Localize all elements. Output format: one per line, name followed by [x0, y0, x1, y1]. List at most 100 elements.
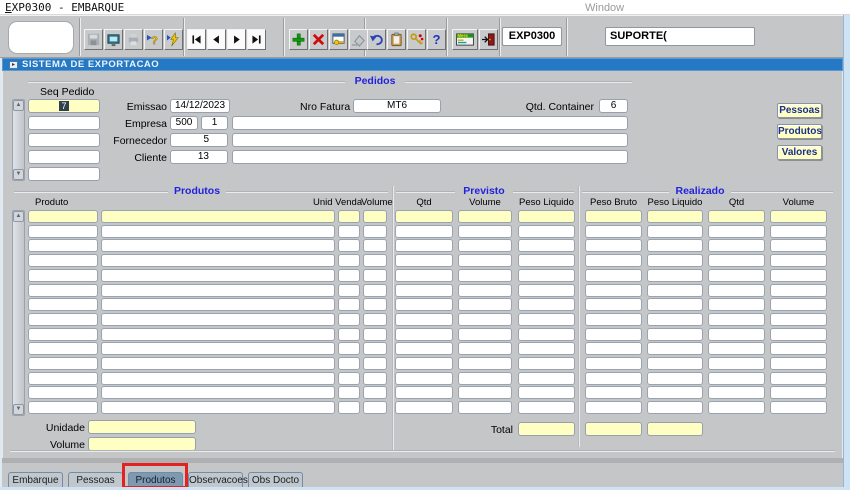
grid-cell[interactable] — [458, 357, 512, 370]
grid-cell[interactable] — [338, 386, 360, 399]
grid-cell[interactable] — [458, 210, 512, 223]
grid-cell[interactable] — [647, 313, 703, 326]
screen-button[interactable] — [104, 29, 123, 50]
grid-cell[interactable] — [101, 254, 335, 267]
grid-cell[interactable] — [518, 225, 575, 238]
grid-cell[interactable] — [585, 357, 642, 370]
grid-cell[interactable] — [585, 372, 642, 385]
grid-cell[interactable] — [708, 386, 765, 399]
grid-cell[interactable] — [458, 225, 512, 238]
cliente-field[interactable]: 13 — [170, 150, 228, 164]
grid-cell[interactable] — [647, 401, 703, 414]
total-realizado-peso-bruto-field[interactable] — [585, 422, 642, 436]
grid-cell[interactable] — [518, 313, 575, 326]
grid-cell[interactable] — [395, 357, 453, 370]
grid-cell[interactable] — [708, 328, 765, 341]
grid-cell[interactable] — [395, 239, 453, 252]
grid-cell[interactable] — [458, 342, 512, 355]
keys-button[interactable] — [407, 29, 426, 50]
grid-cell[interactable] — [28, 239, 98, 252]
grid-cell[interactable] — [458, 372, 512, 385]
empresa-field[interactable]: 500 — [170, 116, 198, 130]
previous-record-button[interactable] — [207, 29, 226, 50]
grid-cell[interactable] — [395, 372, 453, 385]
exit-button[interactable] — [479, 29, 498, 50]
grid-cell[interactable] — [518, 372, 575, 385]
grid-cell[interactable] — [708, 284, 765, 297]
grid-cell[interactable] — [395, 342, 453, 355]
grid-cell[interactable] — [101, 313, 335, 326]
grid-cell[interactable] — [363, 328, 387, 341]
grid-cell[interactable] — [647, 298, 703, 311]
tab-embarque[interactable]: Embarque — [8, 472, 63, 488]
grid-cell[interactable] — [770, 239, 827, 252]
grid-cell[interactable] — [708, 254, 765, 267]
grid-cell[interactable] — [647, 357, 703, 370]
grid-cell[interactable] — [708, 239, 765, 252]
grid-cell[interactable] — [338, 254, 360, 267]
grid-cell[interactable] — [458, 401, 512, 414]
grid-cell[interactable] — [395, 225, 453, 238]
help-button[interactable]: ? — [427, 29, 446, 50]
seq-pedido-field[interactable] — [28, 133, 100, 147]
grid-cell[interactable] — [363, 313, 387, 326]
grid-cell[interactable] — [770, 254, 827, 267]
grid-cell[interactable] — [395, 401, 453, 414]
grid-cell[interactable] — [28, 372, 98, 385]
grid-cell[interactable] — [647, 239, 703, 252]
grid-cell[interactable] — [708, 401, 765, 414]
grid-cell[interactable] — [518, 284, 575, 297]
grid-cell[interactable] — [338, 342, 360, 355]
grid-cell[interactable] — [458, 269, 512, 282]
grid-cell[interactable] — [770, 298, 827, 311]
grid-cell[interactable] — [647, 284, 703, 297]
grid-cell[interactable] — [28, 401, 98, 414]
grid-cell[interactable] — [458, 284, 512, 297]
tab-observacoes[interactable]: Observacoes — [188, 472, 243, 488]
grid-cell[interactable] — [585, 210, 642, 223]
grid-cell[interactable] — [28, 313, 98, 326]
seq-pedido-field[interactable] — [28, 116, 100, 130]
grid-cell[interactable] — [101, 342, 335, 355]
grid-cell[interactable] — [708, 342, 765, 355]
grid-cell[interactable] — [28, 328, 98, 341]
seq-pedido-field[interactable] — [28, 150, 100, 164]
grid-cell[interactable] — [101, 328, 335, 341]
grid-cell[interactable] — [395, 284, 453, 297]
grid-cell[interactable] — [585, 269, 642, 282]
clipboard-button[interactable] — [387, 29, 406, 50]
grid-cell[interactable] — [518, 342, 575, 355]
grid-cell[interactable] — [708, 210, 765, 223]
pessoas-button[interactable]: Pessoas — [777, 103, 822, 118]
grid-cell[interactable] — [363, 386, 387, 399]
total-previsto-peso-liquido-field[interactable] — [518, 422, 575, 436]
grid-cell[interactable] — [708, 225, 765, 238]
grid-cell[interactable] — [101, 357, 335, 370]
grid-cell[interactable] — [338, 357, 360, 370]
grid-cell[interactable] — [647, 225, 703, 238]
grid-cell[interactable] — [458, 328, 512, 341]
last-record-button[interactable] — [247, 29, 266, 50]
grid-cell[interactable] — [770, 401, 827, 414]
grid-cell[interactable] — [647, 342, 703, 355]
grid-cell[interactable] — [101, 210, 335, 223]
qtd-container-field[interactable]: 6 — [599, 99, 628, 113]
grid-cell[interactable] — [363, 357, 387, 370]
undo-button[interactable] — [367, 29, 386, 50]
grid-cell[interactable] — [395, 210, 453, 223]
grid-cell[interactable] — [28, 357, 98, 370]
grid-cell[interactable] — [647, 372, 703, 385]
cliente-description-field[interactable] — [232, 150, 628, 164]
grid-cell[interactable] — [338, 269, 360, 282]
grid-cell[interactable] — [395, 386, 453, 399]
grid-cell[interactable] — [101, 372, 335, 385]
grid-cell[interactable] — [101, 298, 335, 311]
grid-cell[interactable] — [518, 210, 575, 223]
grid-cell[interactable] — [28, 386, 98, 399]
grid-cell[interactable] — [363, 225, 387, 238]
grid-cell[interactable] — [708, 357, 765, 370]
grid-cell[interactable] — [708, 269, 765, 282]
grid-cell[interactable] — [363, 210, 387, 223]
window-right-frame[interactable] — [843, 15, 850, 490]
grid-cell[interactable] — [518, 401, 575, 414]
